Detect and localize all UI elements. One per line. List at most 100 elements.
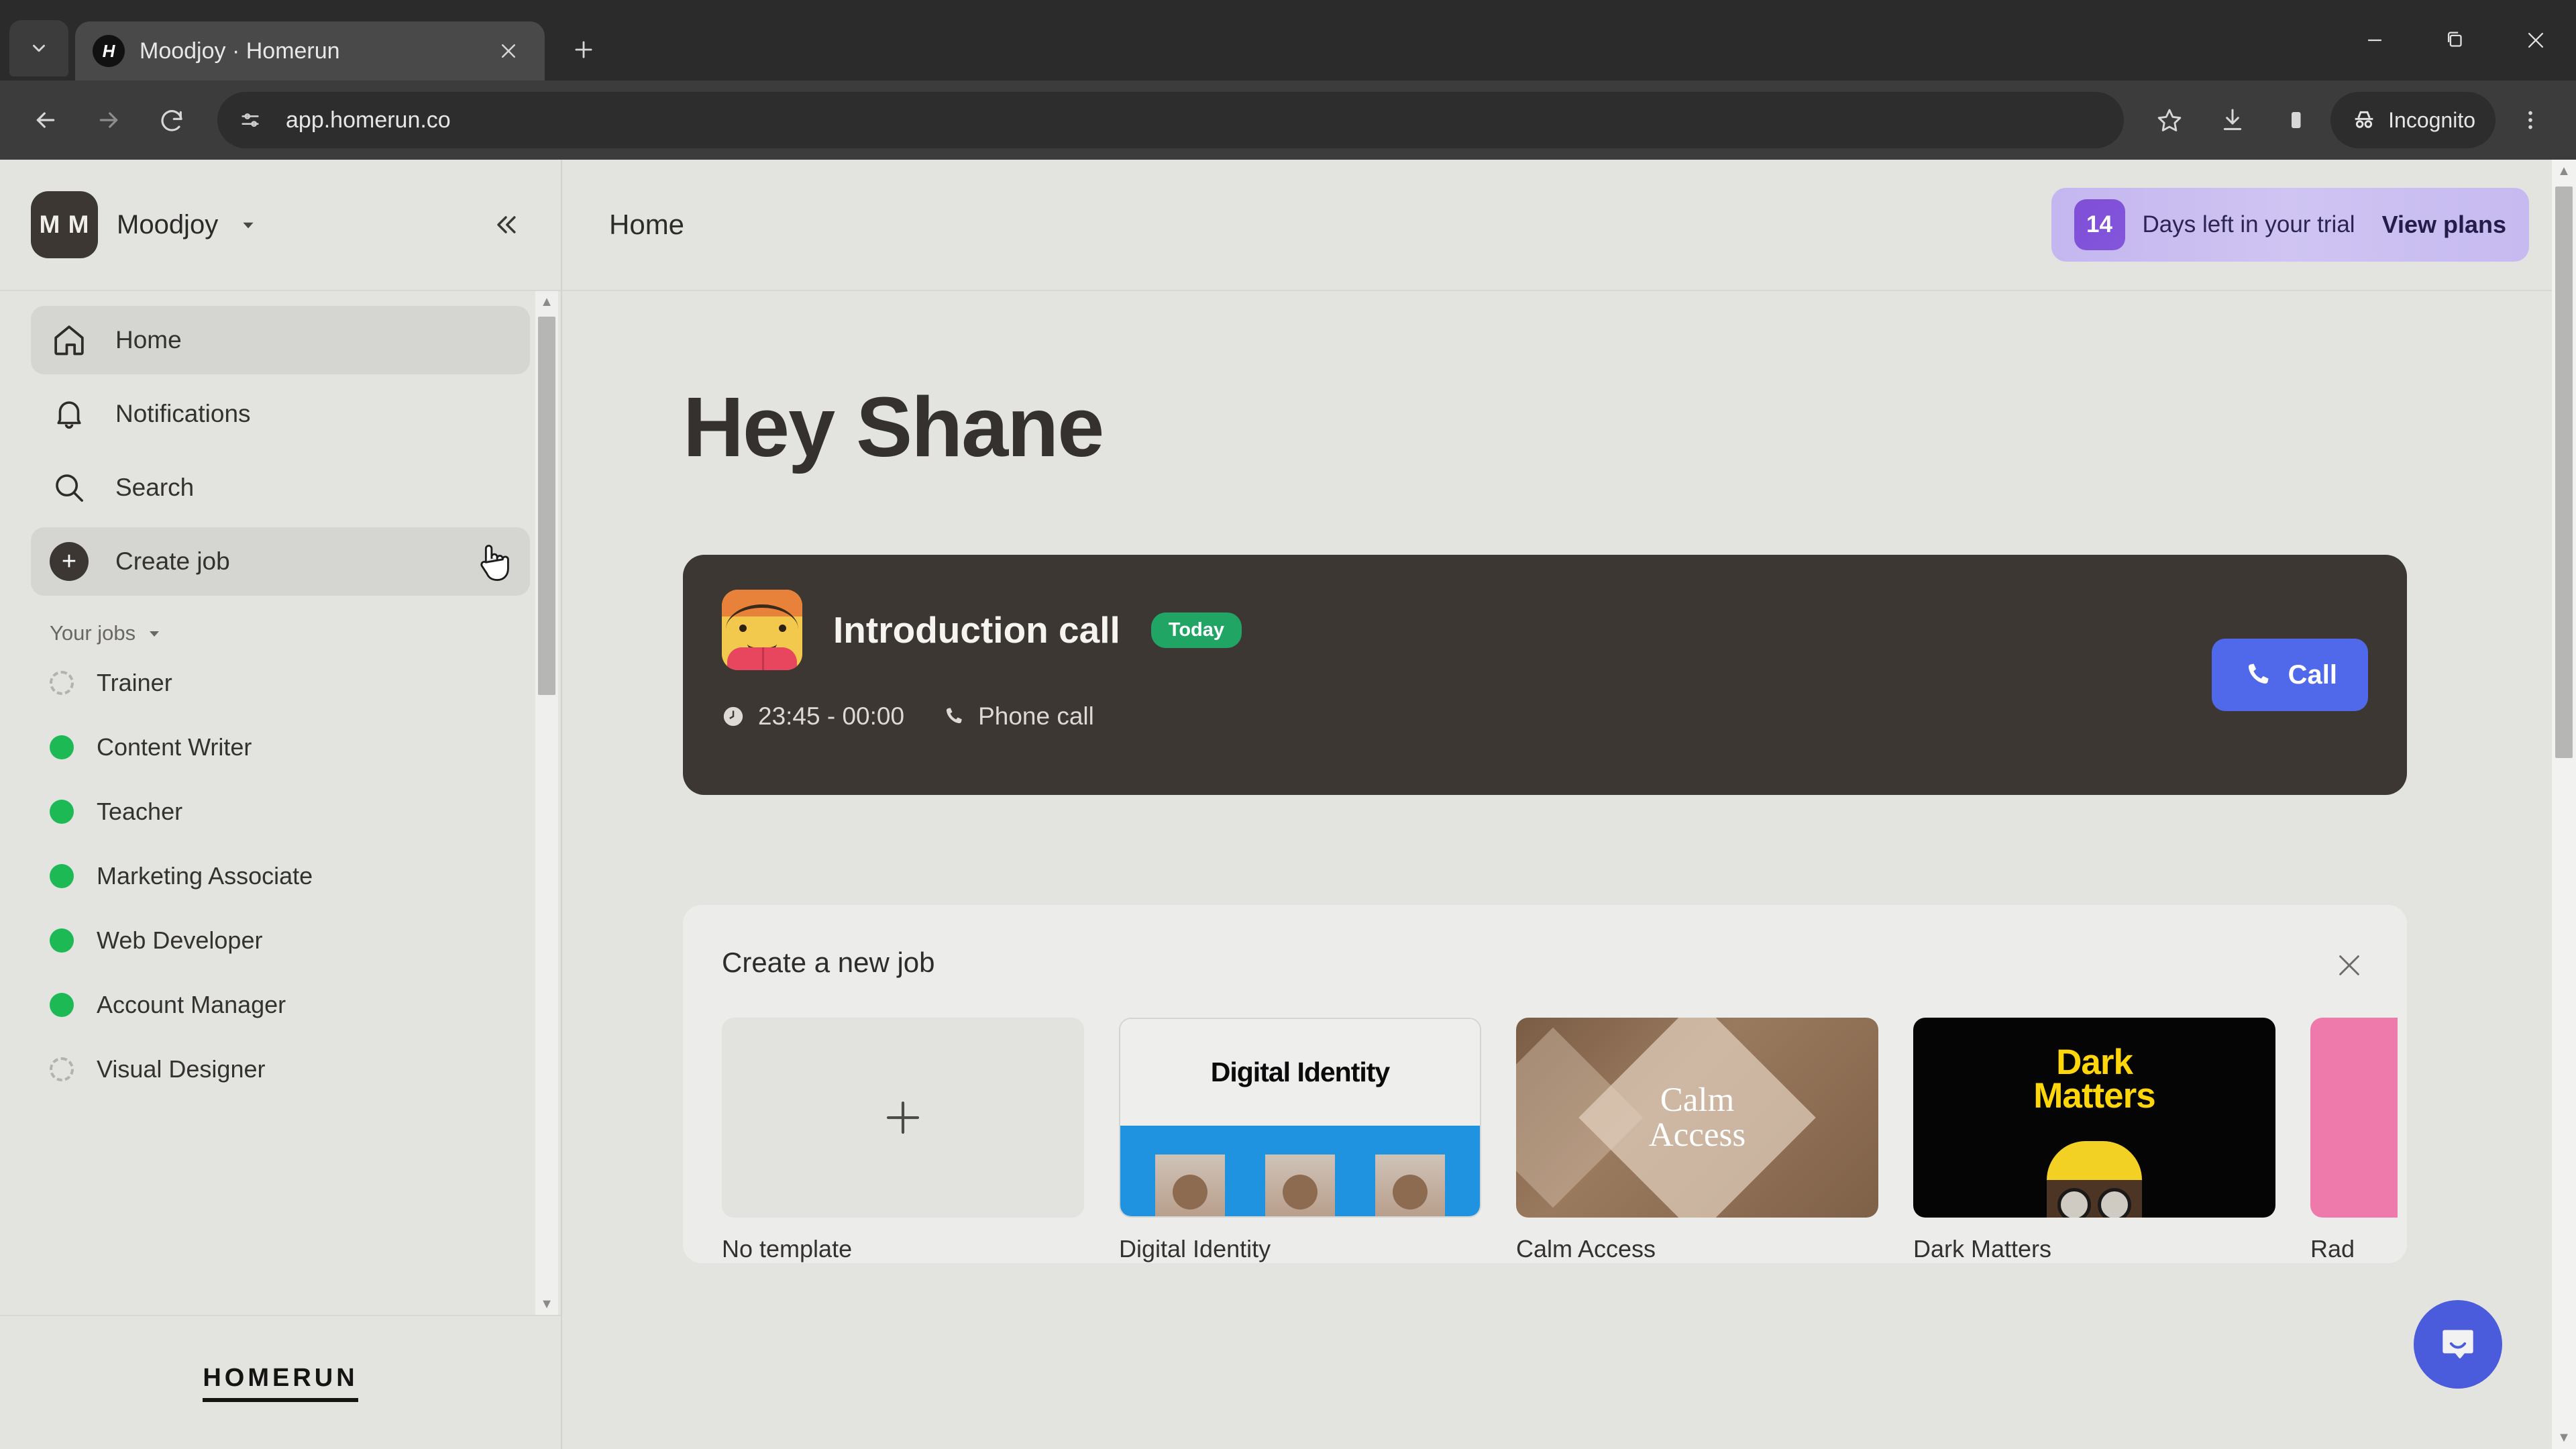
- new-tab-button[interactable]: [559, 25, 608, 74]
- scroll-up-arrow[interactable]: ▲: [535, 291, 558, 313]
- browser-tab-strip: H Moodjoy · Homerun: [0, 0, 2576, 80]
- clock-icon: [723, 706, 743, 727]
- intercom-chat-icon: [2443, 1330, 2473, 1358]
- status-badge: Today: [1150, 612, 1242, 648]
- bookmark-button[interactable]: [2141, 92, 2198, 148]
- tab-search-button[interactable]: [9, 20, 68, 76]
- sidebar-job-label: Web Developer: [97, 926, 263, 954]
- status-dot-draft: [50, 1057, 74, 1081]
- sidebar-job-label: Marketing Associate: [97, 862, 313, 890]
- sidebar-job-label: Visual Designer: [97, 1055, 266, 1083]
- template-card-digital-identity[interactable]: Digital Identity Digital Identity: [1119, 1018, 1481, 1263]
- browser-menu-button[interactable]: [2502, 92, 2559, 148]
- window-close-button[interactable]: [2496, 0, 2576, 80]
- address-bar[interactable]: app.homerun.co: [217, 92, 2125, 148]
- template-art-text: Digital Identity: [1210, 1056, 1390, 1087]
- status-dot-published: [50, 800, 74, 824]
- call-button[interactable]: Call: [2211, 639, 2368, 711]
- page-viewport: M M Moodjoy Home Notifications Search + …: [0, 160, 2576, 1449]
- plus-icon: [886, 1101, 920, 1134]
- page-scrollbar[interactable]: ▲ ▼: [2552, 160, 2576, 1449]
- view-plans-link[interactable]: View plans: [2382, 211, 2506, 239]
- sidebar-item-home[interactable]: Home: [31, 306, 530, 374]
- template-card-dark-matters[interactable]: Dark Matters Dark Matters: [1913, 1018, 2275, 1263]
- template-label: Rad: [2310, 1235, 2355, 1263]
- main-topbar: Home 14 Days left in your trial View pla…: [562, 160, 2576, 291]
- caret-down-icon: [150, 631, 160, 637]
- bell-icon: [50, 394, 89, 433]
- template-art-title: Digital Identity: [1120, 1019, 1480, 1126]
- template-card-radiant[interactable]: Rad: [2310, 1018, 2398, 1263]
- sidebar-scrollbar[interactable]: ▲ ▼: [535, 291, 558, 1315]
- template-label: Digital Identity: [1119, 1235, 1271, 1263]
- window-minimize-button[interactable]: [2334, 0, 2415, 80]
- template-label: Dark Matters: [1913, 1235, 2052, 1263]
- double-chevron-left-icon: [497, 216, 516, 233]
- site-settings-button[interactable]: [229, 99, 271, 141]
- sidebar-org-header[interactable]: M M Moodjoy: [0, 160, 561, 291]
- chevron-down-icon: [243, 222, 254, 229]
- sidebar-collapse-button[interactable]: [482, 201, 530, 249]
- sidebar-job-visual-designer[interactable]: Visual Designer: [0, 1037, 561, 1102]
- call-type: Phone call: [942, 702, 1094, 731]
- trial-text: Days left in your trial: [2142, 211, 2355, 237]
- arrow-right-icon: [99, 112, 118, 128]
- sidebar-job-teacher[interactable]: Teacher: [0, 780, 561, 844]
- sidebar-job-marketing-associate[interactable]: Marketing Associate: [0, 844, 561, 908]
- browser-toolbar: app.homerun.co Incognito: [0, 80, 2576, 160]
- template-art: [2310, 1018, 2398, 1218]
- back-button[interactable]: [17, 92, 74, 148]
- tune-icon: [241, 113, 259, 127]
- scroll-down-arrow[interactable]: ▼: [2552, 1426, 2576, 1449]
- close-panel-button[interactable]: [2329, 945, 2369, 985]
- sidebar-job-trainer[interactable]: Trainer: [0, 651, 561, 715]
- status-dot-draft: [50, 671, 74, 695]
- star-icon: [2157, 109, 2182, 131]
- tab-close-button[interactable]: [490, 32, 527, 70]
- incognito-indicator[interactable]: Incognito: [2330, 92, 2496, 148]
- template-card-calm-access[interactable]: Calm Access Calm Access: [1516, 1018, 1878, 1263]
- sidebar-section-your-jobs[interactable]: Your jobs: [0, 621, 561, 645]
- sidebar-section-label: Your jobs: [50, 621, 136, 645]
- trial-days-badge: 14: [2074, 199, 2125, 250]
- sidebar-job-web-developer[interactable]: Web Developer: [0, 908, 561, 973]
- sidebar-item-label: Home: [115, 326, 182, 354]
- template-art-portrait: [2047, 1141, 2142, 1218]
- upcoming-call-card[interactable]: Introduction call Today 23:45 - 00:00 Ph…: [683, 555, 2407, 795]
- template-card-no-template[interactable]: No template: [722, 1018, 1084, 1263]
- sidebar-item-create-job[interactable]: + Create job: [31, 527, 530, 596]
- template-thumbnail: Calm Access: [1516, 1018, 1878, 1218]
- forward-button[interactable]: [80, 92, 137, 148]
- phone-icon: [946, 708, 962, 724]
- three-dot-menu-icon: [2528, 111, 2532, 129]
- sidebar-scrollbar-thumb[interactable]: [538, 317, 555, 695]
- sidebar-item-search[interactable]: Search: [31, 453, 530, 522]
- call-time-label: 23:45 - 00:00: [758, 702, 905, 730]
- sidebar-job-content-writer[interactable]: Content Writer: [0, 715, 561, 780]
- window-controls: [2334, 0, 2576, 80]
- scroll-up-arrow[interactable]: ▲: [2552, 160, 2576, 182]
- reload-button[interactable]: [144, 92, 200, 148]
- sidebar-item-notifications[interactable]: Notifications: [31, 380, 530, 448]
- window-maximize-button[interactable]: [2415, 0, 2496, 80]
- address-bar-url[interactable]: app.homerun.co: [286, 107, 2112, 133]
- side-panel-icon: [2292, 112, 2301, 128]
- downloads-button[interactable]: [2204, 92, 2261, 148]
- maximize-icon: [2447, 32, 2462, 47]
- sidebar-job-account-manager[interactable]: Account Manager: [0, 973, 561, 1037]
- photo-thumb: [1265, 1154, 1335, 1216]
- template-thumbnail: [722, 1018, 1084, 1218]
- incognito-icon: [2355, 111, 2373, 128]
- call-type-label: Phone call: [978, 702, 1094, 730]
- page-scrollbar-thumb[interactable]: [2555, 186, 2573, 758]
- plus-icon: [575, 41, 592, 58]
- call-button-label: Call: [2288, 659, 2337, 690]
- intercom-chat-button[interactable]: [2414, 1300, 2502, 1389]
- scroll-down-arrow[interactable]: ▼: [535, 1293, 558, 1315]
- download-icon: [2223, 109, 2242, 130]
- close-icon: [2339, 955, 2359, 975]
- status-dot-published: [50, 993, 74, 1017]
- side-panel-button[interactable]: [2267, 92, 2324, 148]
- browser-tab[interactable]: H Moodjoy · Homerun: [75, 21, 545, 80]
- trial-banner[interactable]: 14 Days left in your trial View plans: [2051, 188, 2529, 262]
